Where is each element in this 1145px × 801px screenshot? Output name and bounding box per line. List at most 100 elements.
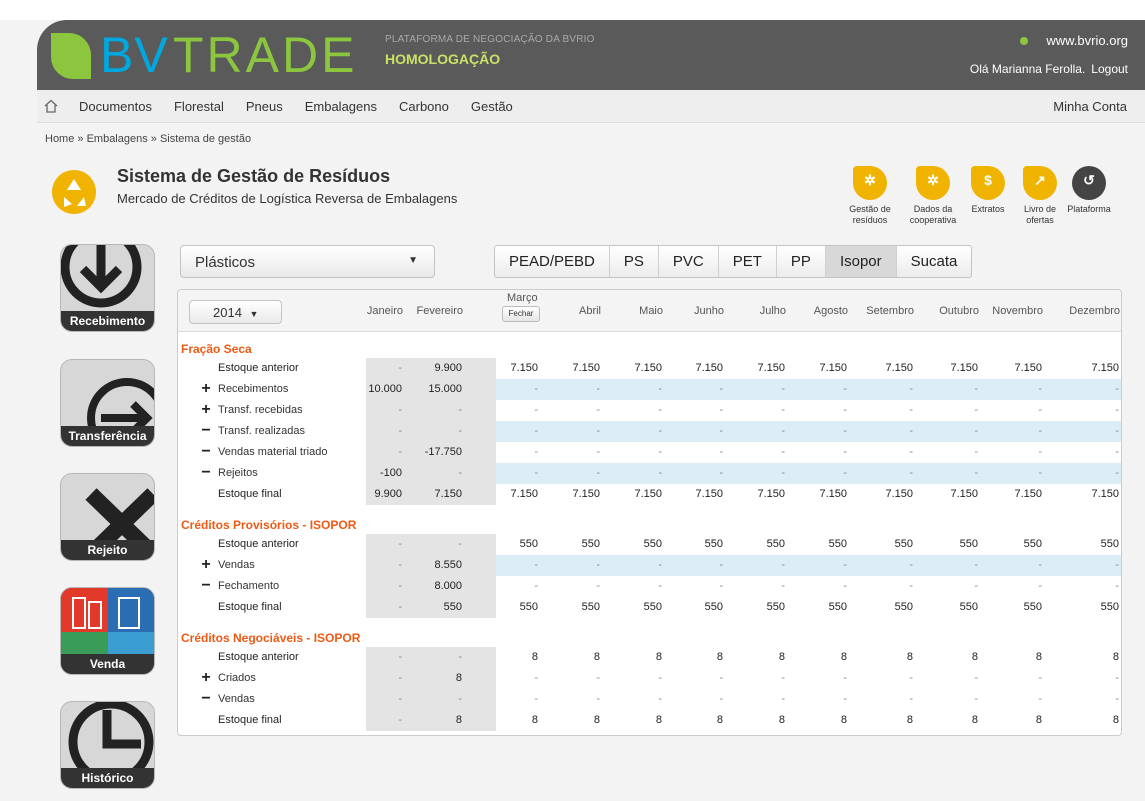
breadcrumb[interactable]: Home » Embalagens » Sistema de gestão <box>45 133 251 145</box>
table-cell: 8 <box>655 714 662 726</box>
tab-pet[interactable]: PET <box>717 246 776 277</box>
row-label: + Vendas <box>178 555 366 576</box>
back-arrow-icon: ↺ <box>1072 166 1106 200</box>
gear-icon: ✲ <box>853 166 887 200</box>
tile-rejeito[interactable]: Rejeito <box>60 473 155 561</box>
site-link[interactable]: www.bvrio.org <box>1020 33 1128 48</box>
nav-item-pneus[interactable]: Pneus <box>246 99 283 114</box>
table-cell: - <box>398 446 402 458</box>
table-cell: 550 <box>959 538 978 550</box>
table-cell: - <box>1115 404 1119 416</box>
tile-transferencia[interactable]: Transferência <box>60 359 155 447</box>
nav-item-embalagens[interactable]: Embalagens <box>305 99 377 114</box>
logo-trade-text[interactable]: TRADE <box>173 26 357 84</box>
tab-pp[interactable]: PP <box>775 246 825 277</box>
recycle-icon <box>52 170 96 214</box>
table-cell: - <box>843 672 847 684</box>
logo-bv-text[interactable]: BV <box>100 26 169 84</box>
table-cell: - <box>458 693 462 705</box>
table-cell: - <box>909 425 913 437</box>
table-cell: - <box>843 580 847 592</box>
table-cell: - <box>398 601 402 613</box>
table-cell: - <box>596 383 600 395</box>
user-greeting: Olá Marianna Ferolla. Logout <box>964 62 1128 76</box>
table-row: + Criados - 8 - - - - - - - - - - <box>178 668 1121 689</box>
month-header: Maio <box>639 305 663 317</box>
table-cell: - <box>1115 383 1119 395</box>
tab-ps[interactable]: PS <box>608 246 658 277</box>
table-cell: - <box>1115 693 1119 705</box>
table-cell: 7.150 <box>1014 488 1042 500</box>
platform-tagline: PLATAFORMA DE NEGOCIAÇÃO DA BVRIO <box>385 34 595 45</box>
tile-recebimento[interactable]: Recebimento <box>60 244 155 332</box>
tab-pead-pebd[interactable]: PEAD/PEBD <box>495 246 609 277</box>
nav-menu: Documentos Florestal Pneus Embalagens Ca… <box>79 99 535 114</box>
row-label: − Vendas material triado <box>178 442 366 463</box>
table-cell: - <box>781 404 785 416</box>
tab-sucata[interactable]: Sucata <box>895 246 972 277</box>
table-cell: 550 <box>704 538 723 550</box>
tab-pvc[interactable]: PVC <box>657 246 718 277</box>
table-cell: - <box>719 404 723 416</box>
table-cell: - <box>458 404 462 416</box>
category-select-value: Plásticos <box>195 254 256 271</box>
open-months-band <box>496 379 1121 400</box>
table-cell: - <box>781 672 785 684</box>
year-select[interactable]: 2014 ▼ <box>189 300 282 324</box>
month-header: Outubro <box>939 305 979 317</box>
page-title: Sistema de Gestão de Resíduos <box>117 166 391 186</box>
table-cell: 550 <box>1023 601 1042 613</box>
tool-extratos[interactable]: $ Extratos <box>958 166 1018 215</box>
table-cell: 8 <box>906 651 913 663</box>
account-link[interactable]: Minha Conta <box>1053 99 1127 114</box>
nav-item-carbono[interactable]: Carbono <box>399 99 449 114</box>
tool-label: Dados da cooperativa <box>909 204 957 225</box>
tool-dados-cooperativa[interactable]: ✲ Dados da cooperativa <box>903 166 963 226</box>
table-cell: 7.150 <box>634 488 662 500</box>
row-label-text: Vendas <box>218 559 255 571</box>
tool-gestao-residuos[interactable]: ✲ Gestão de resíduos <box>840 166 900 226</box>
table-cell: - <box>1115 580 1119 592</box>
table-cell: - <box>974 383 978 395</box>
logout-link[interactable]: Logout <box>1091 62 1128 76</box>
nav-item-florestal[interactable]: Florestal <box>174 99 224 114</box>
row-label: Estoque final <box>178 597 366 618</box>
table-cell: - <box>1038 672 1042 684</box>
row-label: + Criados <box>178 668 366 689</box>
table-cell: - <box>658 425 662 437</box>
table-cell: - <box>458 538 462 550</box>
table-cell: 8 <box>716 714 723 726</box>
tool-plataforma[interactable]: ↺ Plataforma <box>1059 166 1119 215</box>
environment-label: HOMOLOGAÇÃO <box>385 51 501 67</box>
nav-item-documentos[interactable]: Documentos <box>79 99 152 114</box>
table-cell: - <box>1038 425 1042 437</box>
row-label-text: Estoque anterior <box>218 362 299 374</box>
table-cell: 9.900 <box>434 362 462 374</box>
table-cell: - <box>909 580 913 592</box>
table-cell: -17.750 <box>424 446 462 458</box>
tile-venda[interactable]: Venda <box>60 587 155 675</box>
table-cell: 8 <box>778 714 785 726</box>
table-cell: - <box>719 693 723 705</box>
tab-isopor[interactable]: Isopor <box>824 246 896 277</box>
plus-icon: + <box>201 401 211 418</box>
close-month-button[interactable]: Fechar <box>502 306 540 322</box>
nav-item-gestao[interactable]: Gestão <box>471 99 513 114</box>
table-cell: - <box>658 559 662 571</box>
table-cell: 8 <box>593 714 600 726</box>
table-cell: - <box>909 404 913 416</box>
row-label-text: Recebimentos <box>218 383 289 395</box>
site-link-text[interactable]: www.bvrio.org <box>1046 33 1128 48</box>
table-cell: - <box>974 467 978 479</box>
table-cell: 7.150 <box>819 362 847 374</box>
row-label-text: Estoque final <box>218 601 282 613</box>
open-months-band <box>496 555 1121 576</box>
table-cell: 550 <box>894 601 913 613</box>
row-label: Estoque final <box>178 710 366 731</box>
table-cell: - <box>596 467 600 479</box>
tile-historico[interactable]: Histórico <box>60 701 155 789</box>
category-select[interactable]: Plásticos ▼ <box>180 245 435 278</box>
home-icon[interactable] <box>44 99 58 113</box>
table-row: + Recebimentos 10.000 15.000 - - - - - - - - - - <box>178 379 1121 400</box>
table-cell: 7.150 <box>572 488 600 500</box>
